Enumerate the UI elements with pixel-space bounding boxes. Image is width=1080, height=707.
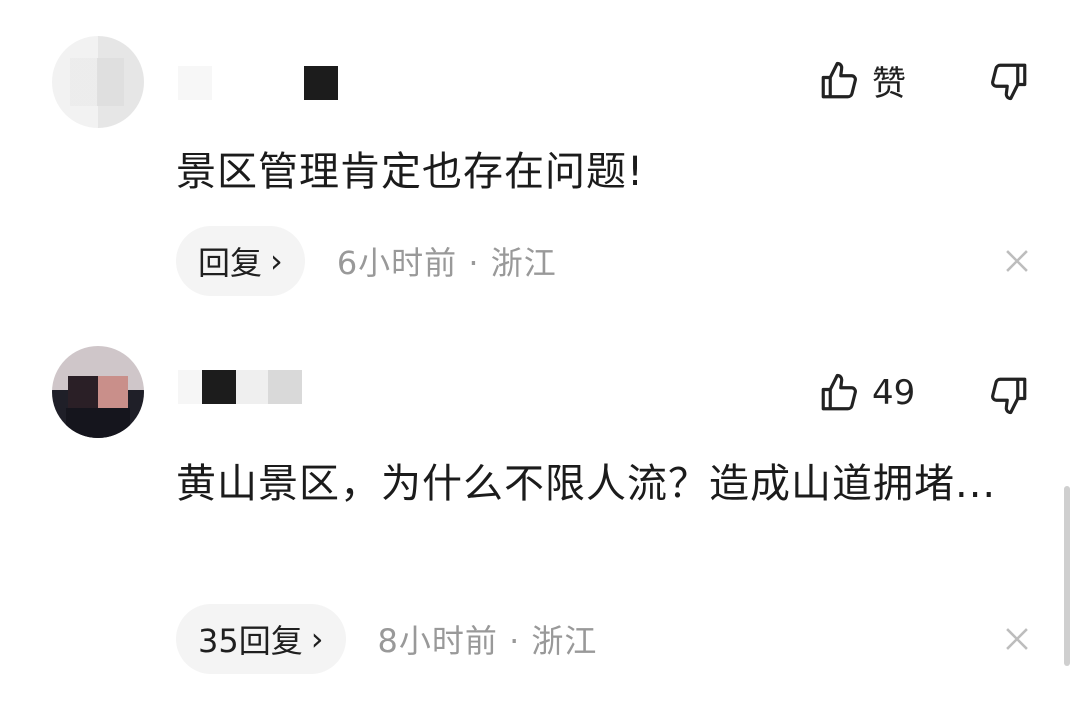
reply-label: 回复 [198, 244, 263, 282]
scrollbar[interactable] [1064, 486, 1070, 666]
comment-text: 黄山景区，为什么不限人流？造成山道拥堵... [176, 461, 997, 507]
reply-label: 35回复 [198, 622, 303, 660]
avatar[interactable] [52, 346, 144, 438]
dislike-button[interactable] [988, 374, 1030, 416]
like-button[interactable]: 赞 [818, 56, 906, 105]
username-mosaic[interactable] [178, 66, 348, 100]
chevron-right-icon: › [270, 242, 283, 280]
comment-meta: 35回复 › 8小时前 · 浙江 [176, 604, 597, 674]
reply-button[interactable]: 35回复 › [176, 604, 346, 674]
close-icon[interactable] [1000, 244, 1034, 278]
close-icon[interactable] [1000, 622, 1034, 656]
like-label: 赞 [872, 64, 906, 104]
thumb-down-icon [991, 377, 1027, 415]
chevron-right-icon: › [310, 620, 324, 658]
thumb-down-icon [991, 63, 1027, 101]
username-mosaic[interactable] [178, 370, 308, 404]
thumb-up-icon [821, 373, 857, 411]
comment-meta: 回复 › 6小时前 · 浙江 [176, 226, 557, 296]
dislike-button[interactable] [988, 60, 1030, 102]
thumb-up-icon [821, 61, 857, 98]
comment-text: 景区管理肯定也存在问题! [176, 149, 645, 195]
time-location: 6小时前 · 浙江 [336, 244, 557, 282]
like-count: 49 [872, 373, 916, 413]
reply-button[interactable]: 回复 › [176, 226, 305, 296]
time-location: 8小时前 · 浙江 [377, 622, 598, 660]
like-button[interactable]: 49 [818, 372, 915, 414]
avatar[interactable] [52, 36, 144, 128]
